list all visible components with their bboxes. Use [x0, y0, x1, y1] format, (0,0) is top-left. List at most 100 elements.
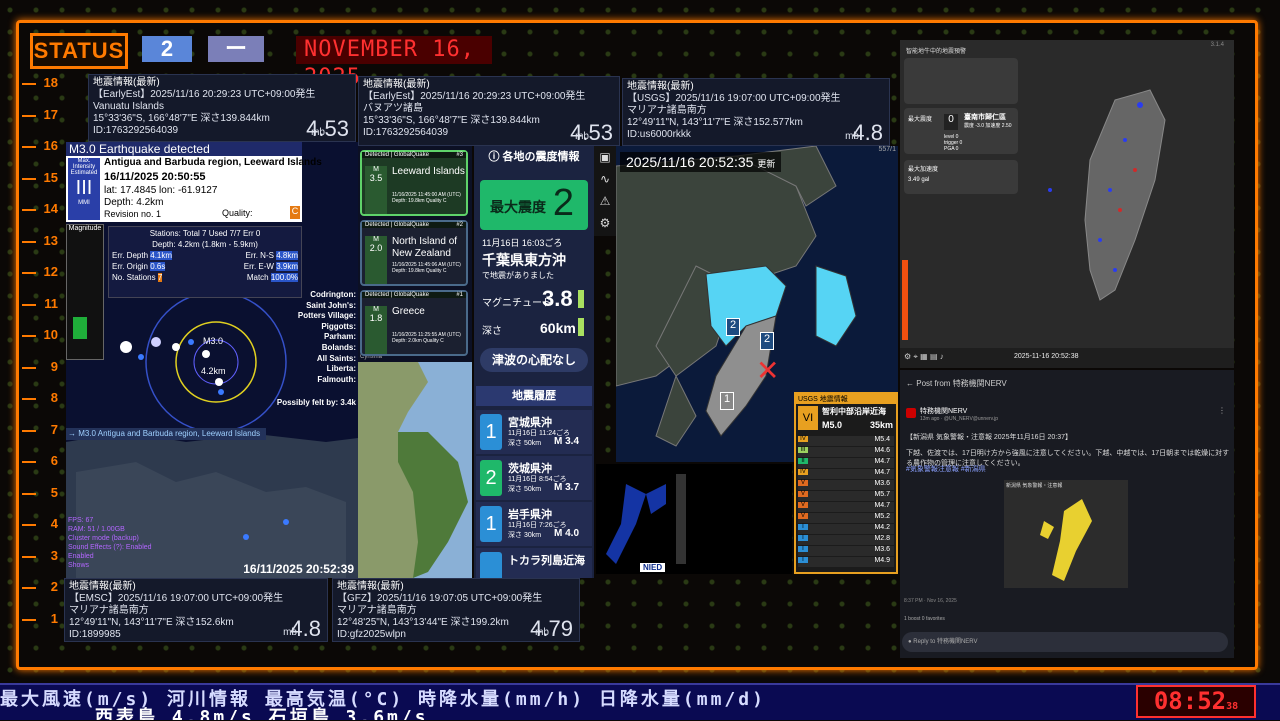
usgs-list-item[interactable]: IIIM4.6 — [798, 447, 894, 457]
history-item[interactable]: 1岩手県沖11月16日 7:26ごろ深さ 30kmM 4.0 — [476, 502, 592, 546]
sound-icon[interactable]: ♪ — [940, 352, 944, 361]
ruler-tick-label: 16 — [44, 138, 58, 153]
back-arrow-icon[interactable]: ← — [906, 379, 914, 388]
felt-place: All Saints: — [298, 354, 356, 365]
history-item[interactable]: 2茨城県沖11月16日 8:54ごろ深さ 50kmM 3.7 — [476, 456, 592, 500]
usgs-list-item[interactable]: IIM4.7 — [798, 458, 894, 468]
jp-panel-title: ⓘ 各地の震度情報 — [474, 146, 594, 168]
card-coords: 12°49'11"N, 143°11'7"E 深さ152.577km — [627, 117, 885, 129]
world-map-americas — [358, 362, 472, 578]
match-label: Match — [247, 273, 269, 282]
gq-event-card[interactable]: Detected | GlobalQuake#3M3.5Leeward Isla… — [360, 150, 468, 216]
gq-mag-label: M — [365, 236, 387, 243]
tw-toolbar: ⚙ ⌖ ▦ ▤ ♪ — [904, 352, 944, 362]
history-item[interactable]: 1宮城県沖11月16日 11:24ごろ深さ 50kmM 3.4 — [476, 410, 592, 454]
usgs-list-item[interactable]: VM5.2 — [798, 513, 894, 523]
nerv-avatar[interactable] — [906, 408, 916, 418]
location-icon[interactable]: ⌖ — [913, 352, 918, 361]
usgs-list-item[interactable]: IM2.8 — [798, 535, 894, 545]
usgs-item-mag: M5.7 — [874, 491, 890, 498]
post-tags[interactable]: #気象警報注意報 #新潟県 — [906, 464, 986, 474]
match: 100.0% — [271, 273, 298, 282]
ruler-tick-label: 14 — [44, 201, 58, 216]
card-magnitude: 4.53 — [570, 121, 613, 145]
intensity-value: III — [68, 176, 100, 200]
ruler-tick-label: 9 — [51, 359, 58, 374]
chart-icon[interactable]: ▤ — [930, 352, 938, 361]
usgs-mag: M5.0 — [822, 420, 842, 430]
ruler-tick-label: 17 — [44, 107, 58, 122]
post-stats: 1 boost 0 favorites — [904, 616, 945, 622]
warning-icon[interactable]: ⚠ — [594, 190, 616, 212]
clock-seconds: 38 — [1226, 701, 1238, 712]
usgs-list-item[interactable]: VM5.7 — [798, 491, 894, 501]
ruler-tick-label: 15 — [44, 170, 58, 185]
americas-map — [358, 362, 472, 578]
update-label: 更新 — [757, 159, 775, 169]
jp-mag-value: 3.8 — [542, 286, 573, 312]
more-icon[interactable]: ⋮ — [1218, 406, 1226, 415]
nied-logo: NIED — [640, 563, 665, 572]
max-intensity-value: 2 — [553, 182, 574, 225]
gq-tag: Detected | GlobalQuake — [365, 222, 429, 228]
quality-badge: C — [290, 206, 300, 219]
map-intensity-label-1: 2 — [726, 318, 740, 336]
reply-input[interactable]: ● Reply to 特務機関NERV — [902, 632, 1228, 652]
reply-icon: ● — [908, 639, 912, 645]
usgs-list-item[interactable]: IVM5.4 — [798, 436, 894, 446]
usgs-list-item[interactable]: IM4.2 — [798, 524, 894, 534]
usgs-list-item[interactable]: VM3.6 — [798, 480, 894, 490]
usgs-item-intensity: I — [798, 557, 808, 563]
post-back-text: Post from 特務機関NERV — [916, 379, 1007, 388]
felt-place: Saint John's: — [298, 301, 356, 312]
gear-icon[interactable]: ⚙ — [594, 212, 616, 234]
card-title: 地震情報(最新) — [627, 81, 885, 93]
intensity-label: Max. Intensity Estimated — [68, 158, 100, 176]
usgs-item-mag: M4.7 — [874, 502, 890, 509]
usgs-list-item[interactable]: IM3.6 — [798, 546, 894, 556]
history-item[interactable]: トカラ列島近海 — [476, 548, 592, 578]
map-icon[interactable]: ▦ — [920, 352, 928, 361]
gq-depth: Depth: 19.8km — [392, 198, 425, 204]
usgs-item-mag: M5.2 — [874, 513, 890, 520]
felt-place: Piggotts: — [298, 322, 356, 333]
epicenter-icon: ✕ — [756, 354, 779, 387]
quake-card-2: 地震情報(最新) 【EarlyEst】2025/11/16 20:29:23 U… — [358, 76, 620, 146]
felt-place: Codrington: — [298, 290, 356, 301]
jp-mag-bar — [578, 290, 584, 308]
magnitude-meter: Magnitude — [66, 224, 104, 360]
pulse-icon[interactable]: ∿ — [594, 168, 616, 190]
settings-icon[interactable]: ⚙ — [904, 352, 911, 361]
history-depth: 深さ 30km — [508, 530, 541, 540]
card-magnitude: 4.8 — [852, 121, 883, 145]
post-image[interactable]: 新潟県 気象警報・注意報 — [1004, 480, 1128, 588]
card-place: マリアナ諸島南方 — [69, 605, 323, 617]
usgs-item-mag: M4.2 — [874, 524, 890, 531]
alert-header: M3.0 Earthquake detected — [66, 142, 302, 156]
clock-time: 08:52 — [1154, 687, 1226, 715]
alert-time: 16/11/2025 20:50:55 — [104, 171, 206, 183]
felt-place: Bolands: — [298, 343, 356, 354]
alert-box: Max. Intensity Estimated III MMI Antigua… — [66, 156, 302, 222]
map-depth-label: 4.2km — [201, 366, 226, 376]
usgs-list-item[interactable]: IVM4.7 — [798, 469, 894, 479]
intensity-scale: MMI — [68, 200, 100, 206]
usgs-intensity: VI — [798, 406, 818, 430]
map-intensity-label-2: 2 — [760, 332, 774, 350]
stations-total: Stations: Total 7 Used 7/7 Err 0 — [112, 228, 298, 239]
felt-note: Possibly felt by: 3.4k — [277, 398, 356, 407]
ruler-tick-label: 4 — [51, 516, 58, 531]
history-mag: M 3.7 — [554, 482, 579, 493]
gq-event-card[interactable]: Detected | GlobalQuake#1M1.8Greece11/16/… — [360, 290, 468, 356]
layers-icon[interactable]: ▣ — [594, 146, 616, 168]
niigata-map-svg — [1004, 491, 1128, 591]
gq-event-card[interactable]: Detected | GlobalQuake#2M2.0North Island… — [360, 220, 468, 286]
nerv-name[interactable]: 特務機関NERV — [920, 406, 967, 416]
jp-quake-date: 11月16日 16:03ごろ — [482, 236, 562, 249]
usgs-list-item[interactable]: IM4.9 — [798, 557, 894, 567]
felt-place: Parham: — [298, 332, 356, 343]
level-sub: ー — [208, 36, 264, 62]
usgs-list-item[interactable]: VM4.7 — [798, 502, 894, 512]
usgs-item-mag: M4.7 — [874, 458, 890, 465]
usgs-item-mag: M4.6 — [874, 447, 890, 454]
